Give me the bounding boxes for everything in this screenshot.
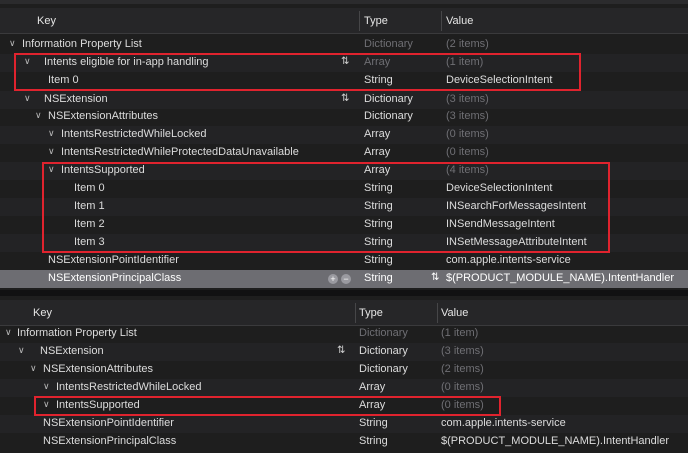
row-value: (3 items)	[446, 110, 489, 122]
disclosure-open-icon[interactable]: ∨	[43, 381, 50, 392]
row-type[interactable]: Array	[364, 128, 390, 140]
column-type-header[interactable]: Type	[364, 15, 388, 27]
row-value[interactable]: $(PRODUCT_MODULE_NAME).IntentHandler	[446, 272, 674, 284]
highlight-box-intents-eligible	[14, 53, 581, 91]
disclosure-open-icon[interactable]: ∨	[9, 38, 16, 49]
row-value: (1 item)	[441, 327, 479, 339]
disclosure-open-icon[interactable]: ∨	[24, 93, 31, 104]
column-header: Key Type Value	[0, 8, 688, 34]
row-value[interactable]: com.apple.intents-service	[441, 417, 566, 429]
plist-row-extension-point-identifier[interactable]: NSExtensionPointIdentifier String com.ap…	[0, 415, 688, 433]
column-separator[interactable]	[441, 11, 442, 31]
row-key[interactable]: Information Property List	[22, 38, 142, 50]
column-header: Key Type Value	[0, 300, 688, 326]
row-type[interactable]: Dictionary	[359, 363, 408, 375]
disclosure-open-icon[interactable]: ∨	[48, 146, 55, 157]
row-value: (0 items)	[446, 128, 489, 140]
plist-editor-top: Key Type Value ∨ Information Property Li…	[0, 0, 688, 290]
plist-editor-bottom: Key Type Value ∨ Information Property Li…	[0, 296, 688, 453]
row-value: (3 items)	[446, 93, 489, 105]
row-key[interactable]: NSExtension	[44, 93, 108, 105]
row-key[interactable]: NSExtensionAttributes	[48, 110, 158, 122]
row-key[interactable]: IntentsRestrictedWhileProtectedDataUnava…	[61, 146, 299, 158]
row-type[interactable]: Dictionary	[359, 345, 408, 357]
stepper-icon[interactable]: ⇅	[341, 93, 349, 104]
stepper-icon[interactable]: ⇅	[431, 272, 439, 283]
row-key[interactable]: NSExtensionPrincipalClass	[43, 435, 176, 447]
plist-row-nsextensionattributes[interactable]: ∨ NSExtensionAttributes Dictionary (2 it…	[0, 361, 688, 379]
row-value: (0 items)	[441, 381, 484, 393]
column-separator[interactable]	[355, 303, 356, 323]
plist-row-root[interactable]: ∨ Information Property List Dictionary (…	[0, 36, 688, 54]
row-type[interactable]: String	[359, 435, 388, 447]
row-key[interactable]: NSExtensionPointIdentifier	[48, 254, 179, 266]
plist-row-intents-restricted-locked[interactable]: ∨ IntentsRestrictedWhileLocked Array (0 …	[0, 379, 688, 397]
plist-row-root[interactable]: ∨ Information Property List Dictionary (…	[0, 325, 688, 343]
plist-row-principal-class[interactable]: NSExtensionPrincipalClass String $(PRODU…	[0, 433, 688, 451]
disclosure-open-icon[interactable]: ∨	[48, 128, 55, 139]
row-type[interactable]: Dictionary	[364, 110, 413, 122]
column-separator[interactable]	[359, 11, 360, 31]
column-key-header[interactable]: Key	[37, 15, 56, 27]
plist-row-extension-point-identifier[interactable]: NSExtensionPointIdentifier String com.ap…	[0, 252, 688, 270]
row-value: (2 items)	[441, 363, 484, 375]
row-key[interactable]: NSExtensionPrincipalClass	[48, 272, 181, 284]
disclosure-open-icon[interactable]: ∨	[18, 345, 25, 356]
plist-row-nsextensionattributes[interactable]: ∨ NSExtensionAttributes Dictionary (3 it…	[0, 108, 688, 126]
disclosure-open-icon[interactable]: ∨	[35, 110, 42, 121]
row-value[interactable]: com.apple.intents-service	[446, 254, 571, 266]
row-value[interactable]: $(PRODUCT_MODULE_NAME).IntentHandler	[441, 435, 669, 447]
highlight-box-intents-supported	[42, 162, 610, 253]
row-key[interactable]: Information Property List	[17, 327, 137, 339]
row-type: Dictionary	[364, 38, 413, 50]
row-type[interactable]: Array	[359, 381, 385, 393]
row-type[interactable]: String	[364, 254, 393, 266]
row-type[interactable]: String	[364, 272, 393, 284]
column-value-header[interactable]: Value	[446, 15, 473, 27]
column-type-header[interactable]: Type	[359, 307, 383, 319]
remove-row-icon[interactable]: −	[341, 274, 351, 284]
plist-row-principal-class-selected[interactable]: NSExtensionPrincipalClass + − String ⇅ $…	[0, 270, 688, 288]
column-value-header[interactable]: Value	[441, 307, 468, 319]
disclosure-open-icon[interactable]: ∨	[5, 327, 12, 338]
row-type[interactable]: Dictionary	[364, 93, 413, 105]
plist-row-nsextension[interactable]: ∨ NSExtension ⇅ Dictionary (3 items)	[0, 91, 688, 109]
column-separator[interactable]	[437, 303, 438, 323]
row-value: (3 items)	[441, 345, 484, 357]
top-strip	[0, 0, 688, 4]
plist-row-intents-restricted-locked[interactable]: ∨ IntentsRestrictedWhileLocked Array (0 …	[0, 126, 688, 144]
plist-row-intents-restricted-protected[interactable]: ∨ IntentsRestrictedWhileProtectedDataUna…	[0, 144, 688, 162]
row-type[interactable]: Array	[364, 146, 390, 158]
plist-row-nsextension[interactable]: ∨ NSExtension ⇅ Dictionary (3 items)	[0, 343, 688, 361]
row-key[interactable]: NSExtensionPointIdentifier	[43, 417, 174, 429]
row-value: (2 items)	[446, 38, 489, 50]
row-key[interactable]: NSExtension	[40, 345, 104, 357]
row-type: Dictionary	[359, 327, 408, 339]
stepper-icon[interactable]: ⇅	[337, 345, 345, 356]
disclosure-open-icon[interactable]: ∨	[30, 363, 37, 374]
row-key[interactable]: IntentsRestrictedWhileLocked	[56, 381, 202, 393]
row-key[interactable]: IntentsRestrictedWhileLocked	[61, 128, 207, 140]
add-row-icon[interactable]: +	[328, 274, 338, 284]
highlight-box-intents-supported	[34, 396, 501, 416]
row-type[interactable]: String	[359, 417, 388, 429]
row-key[interactable]: NSExtensionAttributes	[43, 363, 153, 375]
row-value: (0 items)	[446, 146, 489, 158]
column-key-header[interactable]: Key	[33, 307, 52, 319]
